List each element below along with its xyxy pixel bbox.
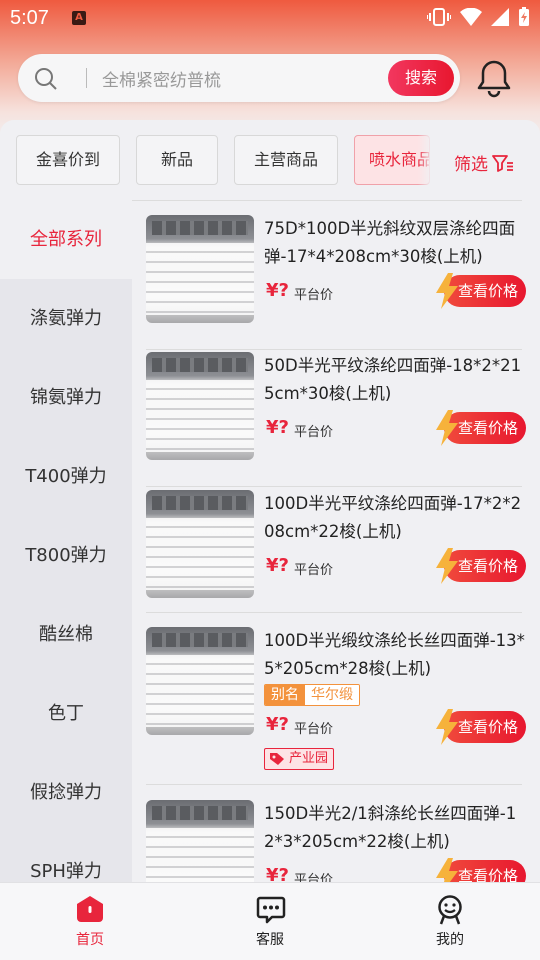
sidebar-item-nylon-spandex[interactable]: 锦氨弹力 [0,358,132,437]
view-price-button[interactable]: 查看价格 [434,709,526,745]
product-card[interactable]: 100D半光平纹涤纶四面弹-17*2*208cm*22梭(上机) ¥? 平台价 … [146,490,526,610]
price-hidden: ¥? [266,555,289,576]
product-title: 100D半光缎纹涤纶长丝四面弹-13*5*205cm*28梭(上机) [264,631,525,678]
content-panel: 金喜价到 新品 主营商品 喷水商品 筛选 全部系列 涤氨弹力 锦氨弹力 T400… [0,120,540,890]
view-price-button[interactable]: 查看价格 [434,273,526,309]
product-title: 100D半光平纹涤纶四面弹-17*2*208cm*22梭(上机) [264,494,522,541]
lightning-icon [436,548,458,584]
tab-new[interactable]: 新品 [136,135,218,185]
nav-profile[interactable]: 我的 [400,883,500,960]
price-label: 平台价 [294,425,334,440]
sidebar-item-false-twist[interactable]: 假捻弹力 [0,753,132,832]
chat-icon [256,896,286,924]
nav-service[interactable]: 客服 [220,883,320,960]
price-hidden: ¥? [266,865,289,882]
sidebar-item-polyester-spandex[interactable]: 涤氨弹力 [0,279,132,358]
tab-fade [418,135,432,185]
wifi-icon [460,8,482,26]
product-title: 150D半光2/1斜涤纶长丝四面弹-12*3*205cm*22梭(上机) [264,804,517,851]
profile-icon [438,895,462,925]
lightning-icon [436,410,458,446]
product-image [146,215,254,323]
price-label: 平台价 [294,288,334,303]
product-card[interactable]: 75D*100D半光斜纹双层涤纶四面弹-17*4*208cm*30梭(上机) ¥… [146,215,526,335]
bottom-nav: 首页 客服 我的 [0,882,540,960]
sidebar-item-all[interactable]: 全部系列 [0,200,132,279]
view-price-button[interactable]: 查看价格 [434,858,526,882]
card-divider [146,612,522,613]
nav-home-label: 首页 [76,932,104,948]
search-button[interactable]: 搜索 [388,60,454,96]
search-input[interactable]: 全棉紧密纺普梳 [102,66,221,91]
tab-main-products[interactable]: 主营商品 [234,135,338,185]
sidebar-item-satin[interactable]: 色丁 [0,674,132,753]
category-tabs: 金喜价到 新品 主营商品 喷水商品 筛选 [0,120,540,200]
price-hidden: ¥? [266,417,289,438]
tag-icon [270,753,284,765]
tag-label: 产业园 [289,751,329,766]
app-notification-icon: A [72,11,86,25]
signal-icon [491,8,509,26]
home-icon [77,896,103,922]
card-divider [146,486,522,487]
sidebar-item-t400[interactable]: T400弹力 [0,437,132,516]
search-bar[interactable]: 全棉紧密纺普梳 搜索 [18,54,460,102]
view-price-button[interactable]: 查看价格 [434,410,526,446]
product-card[interactable]: 150D半光2/1斜涤纶长丝四面弹-12*3*205cm*22梭(上机) ¥? … [146,800,526,882]
filter-label: 筛选 [454,155,488,175]
lightning-icon [436,709,458,745]
nav-home[interactable]: 首页 [40,883,140,960]
product-list: 75D*100D半光斜纹双层涤纶四面弹-17*4*208cm*30梭(上机) ¥… [132,200,540,882]
series-sidebar: 全部系列 涤氨弹力 锦氨弹力 T400弹力 T800弹力 酷丝棉 色丁 假捻弹力… [0,200,132,890]
product-card[interactable]: 50D半光平纹涤纶四面弹-18*2*215cm*30梭(上机) ¥? 平台价 查… [146,352,526,472]
card-divider [146,349,522,350]
product-image [146,490,254,598]
sidebar-item-t800[interactable]: T800弹力 [0,516,132,595]
product-image [146,800,254,882]
view-price-button[interactable]: 查看价格 [434,548,526,584]
tab-jinxi[interactable]: 金喜价到 [16,135,120,185]
status-bar: 5:07 A [0,0,540,36]
bell-icon[interactable] [476,58,512,98]
alias-value: 华尔缎 [305,685,359,705]
search-icon [35,68,57,90]
product-title: 75D*100D半光斜纹双层涤纶四面弹-17*4*208cm*30梭(上机) [264,219,516,266]
filter-button[interactable]: 筛选 [454,150,514,175]
filter-icon [492,154,513,172]
price-label: 平台价 [294,873,334,882]
status-time: 5:07 [10,7,49,29]
price-hidden: ¥? [266,280,289,301]
nav-profile-label: 我的 [436,932,464,948]
lightning-icon [436,273,458,309]
product-image [146,352,254,460]
alias-badge: 别名 华尔缎 [264,684,360,706]
lightning-icon [436,858,458,882]
card-divider [146,784,522,785]
sidebar-item-cool-silk-cotton[interactable]: 酷丝棉 [0,595,132,674]
vibrate-icon [427,8,451,26]
price-label: 平台价 [294,722,334,737]
product-image [146,627,254,735]
price-label: 平台价 [294,563,334,578]
search-divider [86,68,87,88]
industrial-park-tag: 产业园 [264,748,335,770]
product-card[interactable]: 100D半光缎纹涤纶长丝四面弹-13*5*205cm*28梭(上机) 别名 华尔… [146,627,526,777]
price-hidden: ¥? [266,714,289,735]
product-title: 50D半光平纹涤纶四面弹-18*2*215cm*30梭(上机) [264,356,522,403]
nav-service-label: 客服 [256,932,284,948]
alias-key: 别名 [265,685,305,705]
battery-icon [519,7,529,26]
